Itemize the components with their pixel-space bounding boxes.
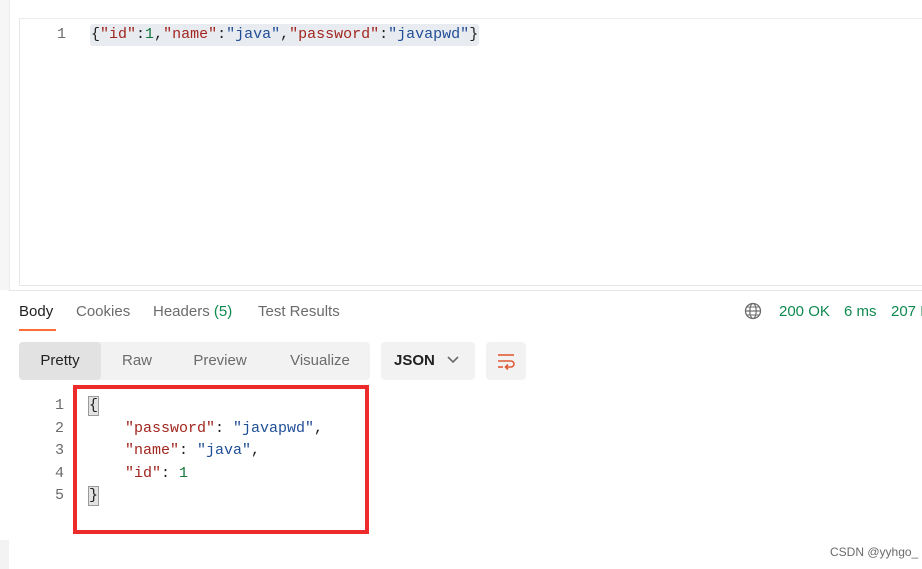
view-mode-preview[interactable]: Preview <box>183 342 257 380</box>
active-tab-indicator <box>19 329 56 331</box>
headers-count: (5) <box>213 303 233 320</box>
request-body-editor[interactable]: 1 {"id":1,"name":"java","password":"java… <box>19 18 922 286</box>
request-json-line[interactable]: {"id":1,"name":"java","password":"javapw… <box>91 24 478 46</box>
panel-divider[interactable] <box>9 290 922 291</box>
tab-cookies[interactable]: Cookies <box>76 303 130 320</box>
annotation-highlight-box <box>73 385 369 534</box>
line-number: 2 <box>54 420 64 437</box>
tab-body[interactable]: Body <box>19 303 53 320</box>
line-number: 3 <box>54 442 64 459</box>
view-mode-pretty[interactable]: Pretty <box>19 342 101 380</box>
tab-test-results[interactable]: Test Results <box>258 303 340 320</box>
response-size[interactable]: 207 B <box>891 303 922 320</box>
response-time[interactable]: 6 ms <box>844 303 877 320</box>
view-mode-visualize[interactable]: Visualize <box>280 342 360 380</box>
chevron-down-icon <box>447 356 459 364</box>
status-code[interactable]: 200 OK <box>779 303 830 320</box>
format-dropdown-label: JSON <box>394 352 435 369</box>
line-number: 1 <box>54 397 64 414</box>
view-mode-raw[interactable]: Raw <box>108 342 166 380</box>
globe-icon[interactable] <box>744 302 762 320</box>
line-number: 1 <box>56 26 66 43</box>
tab-headers-label: Headers <box>153 303 210 320</box>
tab-headers[interactable]: Headers (5) <box>153 303 232 320</box>
line-number: 5 <box>54 487 64 504</box>
left-panel-edge-bottom <box>0 540 9 569</box>
left-panel-edge <box>0 0 10 290</box>
watermark: CSDN @yyhgo_ <box>830 545 919 559</box>
wrap-lines-icon <box>498 354 515 371</box>
line-number: 4 <box>54 465 64 482</box>
